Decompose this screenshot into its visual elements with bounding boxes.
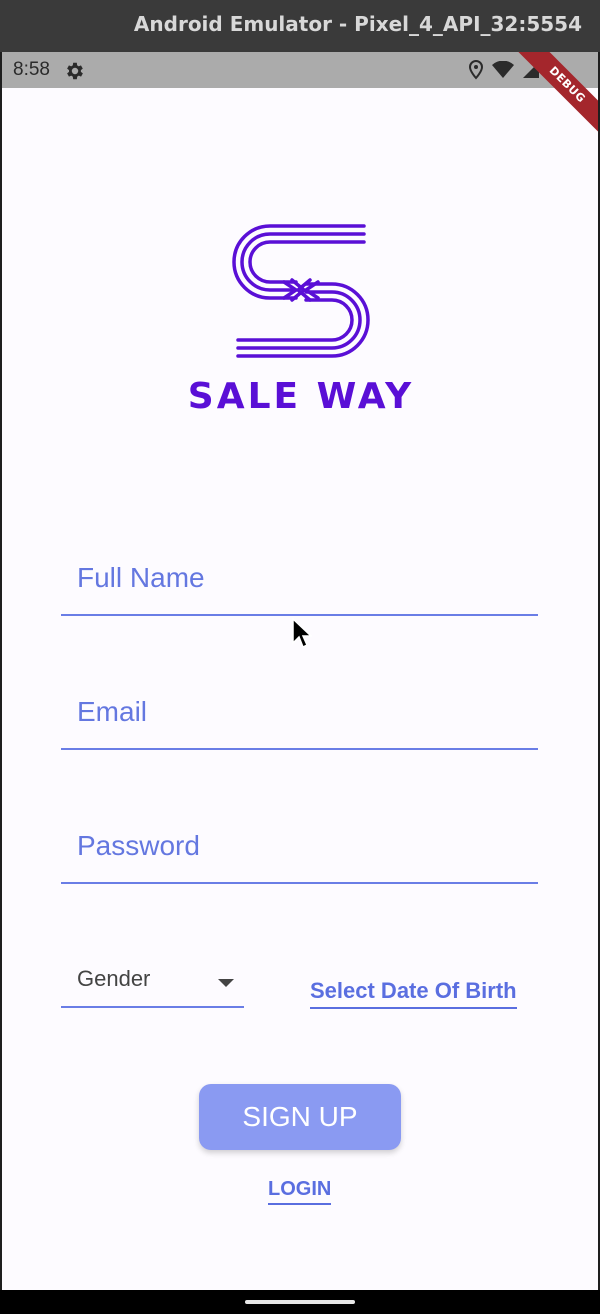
full-name-field[interactable]: Full Name — [61, 556, 538, 616]
signup-button[interactable]: SIGN UP — [199, 1084, 401, 1150]
home-gesture-bar[interactable] — [245, 1300, 355, 1304]
saleway-logo: SALE WAY — [188, 224, 414, 412]
gender-dropdown[interactable]: Gender — [61, 952, 244, 1008]
email-placeholder: Email — [77, 696, 148, 727]
wifi-icon — [492, 61, 514, 78]
caret-down-icon — [218, 979, 234, 987]
login-link[interactable]: LOGIN — [268, 1178, 332, 1205]
full-name-placeholder: Full Name — [77, 562, 205, 593]
status-bar: 8:58 — [2, 52, 598, 88]
select-dob-link[interactable]: Select Date Of Birth — [310, 978, 517, 1009]
email-field[interactable]: Email — [61, 690, 538, 750]
gender-label: Gender — [77, 966, 151, 991]
location-icon — [468, 60, 484, 80]
app-screen: 8:58 DEBUG SALE WAY Full Name Email Pass… — [2, 52, 598, 1290]
mouse-cursor-icon — [292, 618, 312, 649]
password-placeholder: Password — [77, 830, 200, 861]
logo-text: SALE WAY — [188, 376, 414, 412]
password-field[interactable]: Password — [61, 824, 538, 884]
status-time: 8:58 — [13, 59, 50, 80]
gear-icon — [67, 62, 83, 80]
emulator-title-bar: Android Emulator - Pixel_4_API_32:5554 — [0, 0, 600, 52]
navigation-bar — [0, 1290, 600, 1314]
window-title: Android Emulator - Pixel_4_API_32:5554 — [133, 12, 582, 36]
